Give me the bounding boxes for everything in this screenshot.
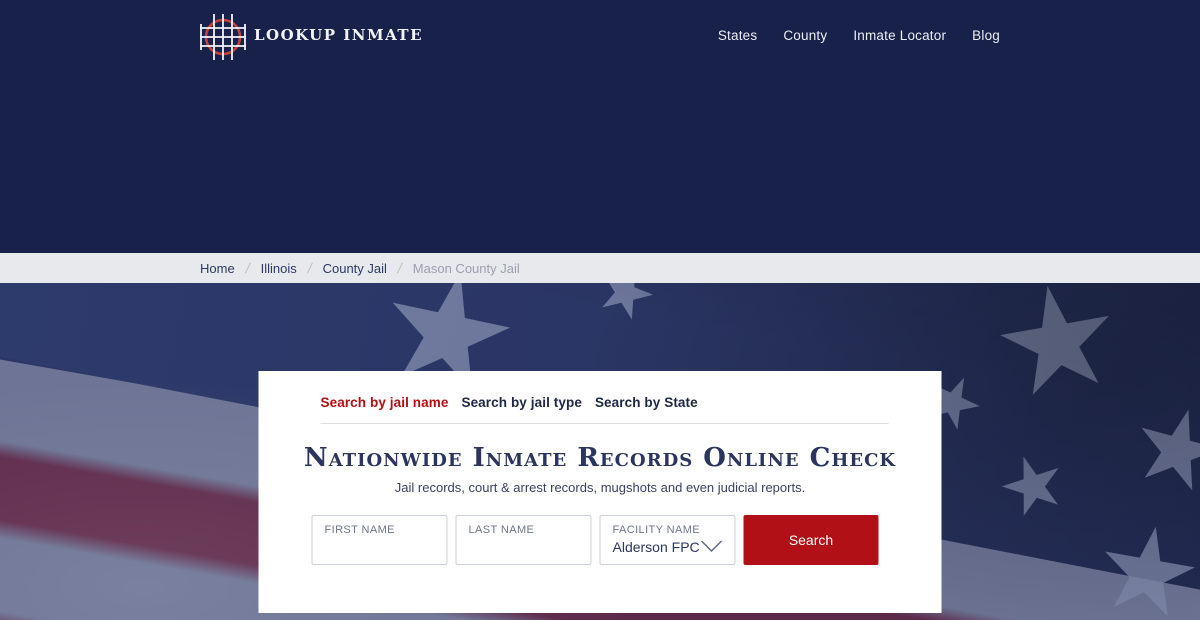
main-nav: States County Inmate Locator Blog	[718, 28, 1000, 43]
hero-flag-section: Search by jail name Search by jail type …	[0, 283, 1200, 620]
breadcrumb-current: Mason County Jail	[412, 260, 520, 276]
jail-bars-logo-icon	[200, 10, 246, 60]
facility-name-select[interactable]: FACILITY NAME Alderson FPC	[599, 515, 736, 565]
nav-link-blog[interactable]: Blog	[972, 28, 1000, 43]
last-name-input[interactable]	[468, 536, 579, 558]
site-header: Lookup Inmate States County Inmate Locat…	[0, 0, 1200, 253]
brand-logo[interactable]: Lookup Inmate	[200, 10, 423, 60]
last-name-label: LAST NAME	[468, 524, 535, 536]
first-name-input[interactable]	[324, 536, 435, 558]
tabs-divider	[320, 423, 889, 424]
facility-name-label: FACILITY NAME	[612, 524, 701, 536]
facility-selected-value: Alderson FPC	[612, 539, 700, 555]
breadcrumb-separator: /	[396, 260, 404, 276]
first-name-field[interactable]: FIRST NAME	[311, 515, 448, 565]
nav-link-states[interactable]: States	[718, 28, 757, 43]
brand-name: Lookup Inmate	[254, 26, 424, 44]
nav-link-county[interactable]: County	[783, 28, 827, 43]
breadcrumb-separator: /	[243, 260, 252, 276]
breadcrumb-illinois[interactable]: Illinois	[261, 261, 297, 276]
breadcrumb-home[interactable]: Home	[200, 261, 235, 276]
breadcrumb: Home / Illinois / County Jail / Mason Co…	[200, 260, 1000, 276]
first-name-label: FIRST NAME	[324, 524, 395, 536]
breadcrumb-bar: Home / Illinois / County Jail / Mason Co…	[0, 253, 1200, 283]
search-button[interactable]: Search	[743, 515, 879, 565]
search-card: Search by jail name Search by jail type …	[258, 371, 942, 613]
tab-search-by-jail-name[interactable]: Search by jail name	[321, 395, 449, 410]
breadcrumb-separator: /	[306, 260, 314, 276]
breadcrumb-county-jail[interactable]: County Jail	[323, 261, 387, 276]
last-name-field[interactable]: LAST NAME	[455, 515, 592, 565]
page-title: Nationwide Inmate Records Online Check	[303, 443, 897, 473]
chevron-down-icon	[701, 540, 723, 552]
search-tabs: Search by jail name Search by jail type …	[321, 395, 942, 410]
nav-link-inmate-locator[interactable]: Inmate Locator	[853, 28, 946, 43]
page-subtitle: Jail records, court & arrest records, mu…	[394, 480, 806, 495]
tab-search-by-jail-type[interactable]: Search by jail type	[461, 395, 581, 410]
inmate-search-form: FIRST NAME LAST NAME FACILITY NAME Alder…	[311, 515, 942, 565]
tab-search-by-state[interactable]: Search by State	[595, 395, 698, 410]
